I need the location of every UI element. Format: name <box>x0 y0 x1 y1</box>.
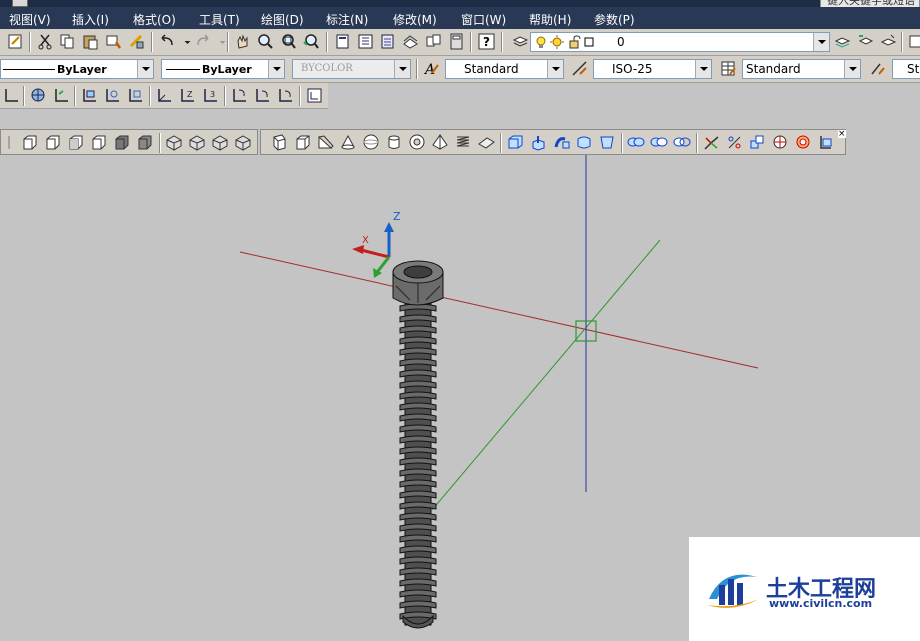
watermark-icon <box>707 574 759 608</box>
ucs-x-label: X <box>362 235 369 246</box>
autocad-window: { "menu": { "items": ["视图(V)", "插入(I)", … <box>0 0 920 641</box>
y-axis-line <box>431 239 661 511</box>
watermark-logo: 土木工程网 www.civilcn.com <box>689 537 920 641</box>
watermark-url: www.civilcn.com <box>769 597 873 610</box>
ucs-axis-icon: Z X <box>352 210 401 278</box>
screw-model[interactable] <box>392 260 444 629</box>
ucs-z-label: Z <box>393 210 401 223</box>
x-axis-line <box>239 251 759 369</box>
